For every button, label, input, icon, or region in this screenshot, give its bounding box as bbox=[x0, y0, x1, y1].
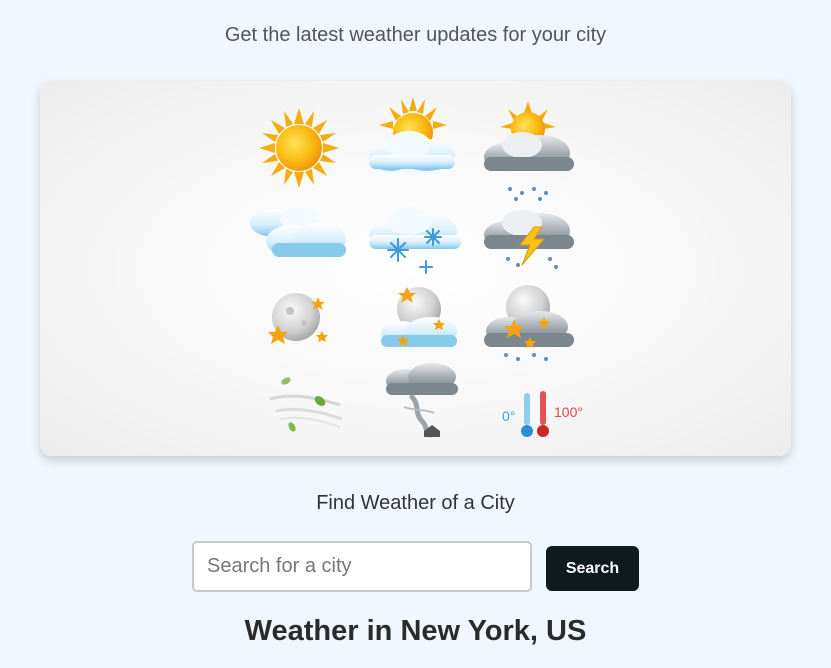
clouds-icon bbox=[250, 207, 346, 257]
moon-dark-cloud-icon bbox=[484, 285, 574, 361]
weather-city-heading: Weather in New York, US bbox=[244, 615, 587, 647]
moon-cloud-stars-icon bbox=[381, 287, 457, 347]
tornado-icon bbox=[386, 363, 458, 438]
weather-icons-illustration: 0° 100° bbox=[250, 97, 583, 438]
snow-cloud-icon bbox=[369, 207, 461, 274]
moon-stars-icon bbox=[268, 293, 328, 344]
find-weather-title: Find Weather of a City bbox=[316, 492, 515, 514]
thermometer-low-label: 0° bbox=[502, 408, 515, 424]
thermometer-high-label: 100° bbox=[554, 404, 583, 420]
search-button[interactable]: Search bbox=[546, 546, 639, 591]
page-subtitle: Get the latest weather updates for your … bbox=[224, 24, 607, 46]
thermometer-icon: 0° 100° bbox=[502, 391, 583, 437]
partly-cloudy-icon bbox=[369, 97, 455, 171]
thunderstorm-icon bbox=[484, 210, 574, 269]
weather-icons-banner: 0° 100° bbox=[40, 81, 791, 456]
sun-cloud-rain-icon bbox=[484, 101, 574, 201]
wind-leaves-icon bbox=[269, 377, 343, 432]
sun-icon bbox=[259, 108, 339, 188]
city-search-input[interactable] bbox=[192, 541, 532, 592]
